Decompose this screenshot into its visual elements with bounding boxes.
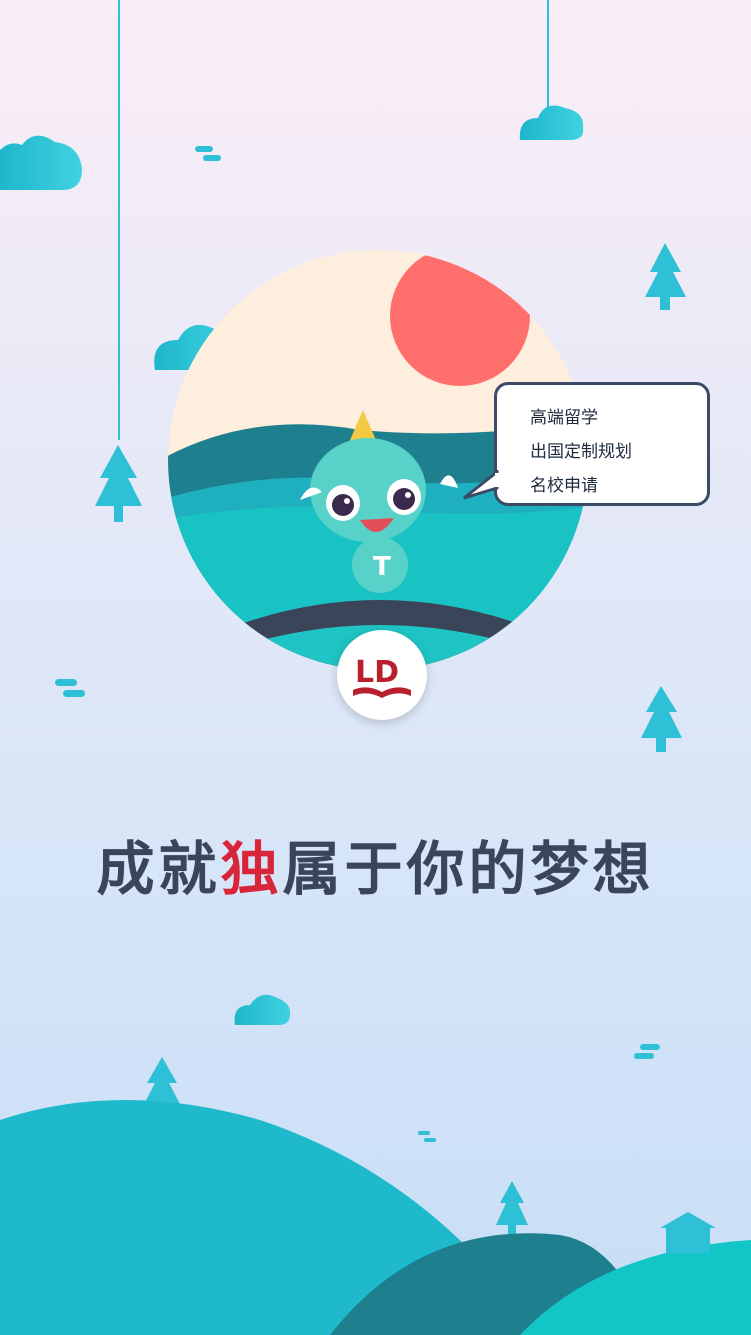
cloud-icon: [234, 994, 291, 1025]
logo-text: LD: [355, 655, 399, 690]
headline: 成就独属于你的梦想: [0, 822, 751, 906]
sun-icon: [390, 250, 530, 386]
tree-icon: [645, 243, 686, 310]
tree-icon: [641, 686, 682, 752]
headline-highlight: 独: [220, 835, 283, 903]
cloud-icon: [0, 135, 82, 190]
app-logo: LD: [337, 630, 427, 720]
cloud-icon: [519, 105, 584, 140]
headline-part1: 成就: [96, 835, 221, 903]
bubble-tail: [463, 470, 501, 500]
tree-icon: [496, 1181, 528, 1235]
bubble-line-1: 高端留学: [530, 408, 598, 428]
svg-text:T: T: [373, 552, 391, 582]
bubble-line-2: 出国定制规划: [530, 442, 632, 462]
house-icon: [660, 1212, 716, 1253]
tree-icon: [95, 445, 142, 522]
headline-part2: 属于你的梦想: [282, 835, 655, 903]
bubble-line-3: 名校申请: [530, 476, 598, 496]
book-icon: LD: [353, 655, 411, 698]
speech-bubble: 高端留学 出国定制规划 名校申请: [494, 382, 710, 506]
